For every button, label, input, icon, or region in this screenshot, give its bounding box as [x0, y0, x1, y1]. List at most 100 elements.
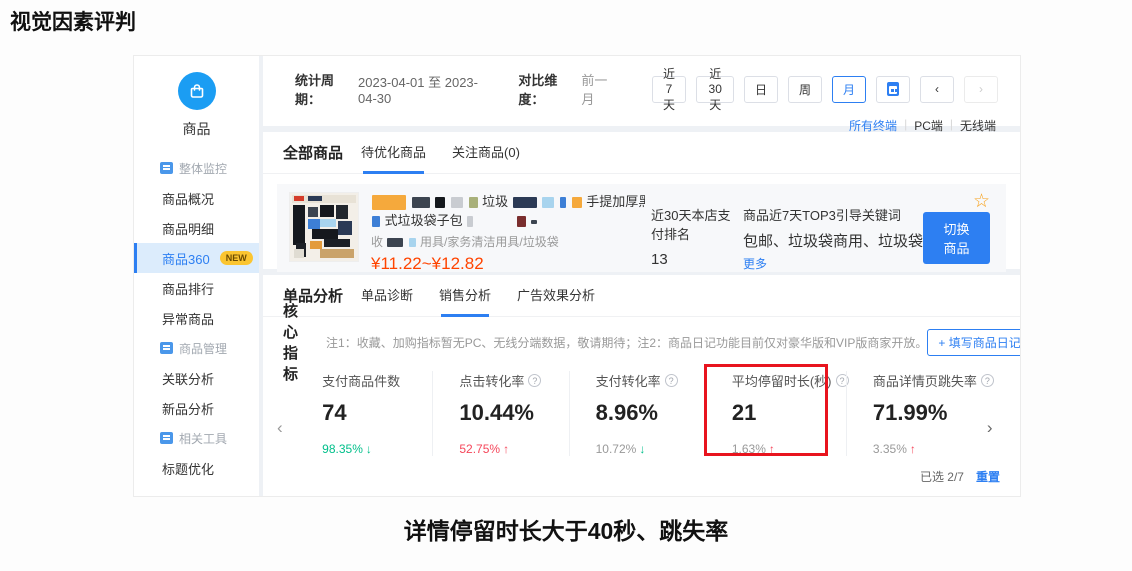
- kpi-value: 8.96%: [596, 400, 705, 426]
- kpi-change-value: 98.35%: [322, 442, 363, 456]
- sidebar-section-label: 整体监控: [179, 160, 227, 177]
- period-label: 统计周期：: [295, 70, 352, 108]
- censored-block: [542, 197, 554, 208]
- doc-icon: [160, 432, 173, 444]
- sidebar-item-association-analysis[interactable]: 关联分析: [134, 363, 259, 393]
- more-link[interactable]: 更多: [743, 255, 767, 272]
- product-title-fragment: 垃圾: [482, 194, 508, 209]
- next-period-button[interactable]: ›: [964, 76, 998, 103]
- sidebar-item-label: 异常商品: [162, 309, 214, 328]
- range-button-day[interactable]: 日: [744, 76, 778, 103]
- kpi-card-click-conversion[interactable]: 点击转化率? 10.44% 52.75%↑: [432, 371, 568, 456]
- sidebar-item-label: 关联分析: [162, 369, 214, 388]
- shopping-bag-icon: [178, 72, 216, 110]
- sidebar-item-product-360[interactable]: 商品360NEW: [134, 243, 259, 273]
- product-info: 垃圾 手提加厚黑色背 式垃圾袋子包 收: [371, 192, 645, 264]
- censored-block: [517, 216, 526, 227]
- range-button-week[interactable]: 周: [788, 76, 822, 103]
- kpi-value: 10.44%: [459, 400, 568, 426]
- kpi-carousel: ‹ 支付商品件数 74 98.35%↓ 点击转化率? 10.44% 52.75%…: [263, 371, 1020, 456]
- range-button-month[interactable]: 月: [832, 76, 866, 103]
- censored-block: [560, 197, 566, 208]
- censored-block: [409, 238, 416, 247]
- tab-to-optimize[interactable]: 待优化商品: [361, 132, 426, 174]
- product-category: 收 用具/家务清洁用具/垃圾袋: [371, 233, 645, 250]
- kpi-change-value: 3.35%: [873, 442, 907, 456]
- censored-block: [451, 197, 463, 208]
- top-keywords-block: 商品近7天TOP3引导关键词 包邮、垃圾袋商用、垃圾袋 更多: [743, 192, 923, 264]
- sidebar-item-product-ranking[interactable]: 商品排行: [134, 273, 259, 303]
- reset-link[interactable]: 重置: [976, 468, 1000, 485]
- censored-block: [572, 197, 582, 208]
- chart-legend: 访客数 支付买家数: [263, 494, 1020, 497]
- kpi-value: 71.99%: [873, 400, 987, 426]
- sidebar-menu: 整体监控 商品概况 商品明细 商品360NEW 商品排行 异常商品 商品管理 关…: [134, 153, 259, 483]
- kpi-change: 52.75%↑: [459, 442, 568, 456]
- kpi-change: 98.35%↓: [322, 442, 432, 456]
- product-price: ¥11.22~¥12.82: [371, 254, 645, 274]
- tab-diagnosis[interactable]: 单品诊断: [361, 275, 413, 317]
- tab-all-products[interactable]: 全部商品: [283, 142, 343, 163]
- sidebar-section-product-management[interactable]: 商品管理: [134, 333, 259, 363]
- rank-label: 近30天本店支付排名: [651, 205, 743, 243]
- kpi-prev-chevron-icon[interactable]: ‹: [277, 371, 296, 456]
- kpi-change: 1.63%↑: [732, 442, 846, 456]
- fill-product-diary-button[interactable]: + 填写商品日记: [927, 329, 1020, 356]
- legend-label: 支付买家数: [400, 494, 455, 497]
- legend-item-visitors[interactable]: 访客数: [293, 494, 342, 497]
- favorite-star-icon[interactable]: ☆: [973, 192, 990, 212]
- product-title-line1: 垃圾 手提加厚黑色背: [371, 192, 645, 211]
- terminal-switcher: 所有终端 | PC端 | 无线端: [263, 108, 1020, 134]
- sidebar-section-monitoring[interactable]: 整体监控: [134, 153, 259, 183]
- product-summary-strip: 垃圾 手提加厚黑色背 式垃圾袋子包 收: [277, 184, 1006, 272]
- sidebar-item-product-detail[interactable]: 商品明细: [134, 213, 259, 243]
- up-arrow-icon: ↑: [503, 442, 509, 456]
- kpi-next-chevron-icon[interactable]: ›: [987, 371, 1006, 456]
- product-card: 全部商品 待优化商品 关注商品(0): [263, 132, 1020, 269]
- compare-value: 前一月: [581, 70, 615, 108]
- sidebar-item-abnormal-products[interactable]: 异常商品: [134, 303, 259, 333]
- calendar-icon: [887, 82, 899, 96]
- sidebar-item-product-overview[interactable]: 商品概况: [134, 183, 259, 213]
- info-icon[interactable]: ?: [665, 374, 678, 387]
- kpi-label: 支付商品件数: [322, 371, 400, 390]
- range-button-7d[interactable]: 近7天: [652, 76, 687, 103]
- up-arrow-icon: ↑: [769, 442, 775, 456]
- kpi-card-paid-items[interactable]: 支付商品件数 74 98.35%↓: [296, 371, 432, 456]
- sidebar-item-label: 标题优化: [162, 459, 214, 478]
- kpi-label: 平均停留时长(秒): [732, 371, 832, 390]
- kpi-card-avg-stay-duration[interactable]: 平均停留时长(秒)? 21 1.63%↑: [705, 371, 846, 456]
- info-icon[interactable]: ?: [528, 374, 541, 387]
- sidebar-section-label: 商品管理: [179, 340, 227, 357]
- sidebar-item-label: 商品排行: [162, 279, 214, 298]
- sidebar: 商品 整体监控 商品概况 商品明细 商品360NEW 商品排行 异常商品 商品管…: [134, 56, 259, 496]
- kpi-change-value: 10.72%: [596, 442, 637, 456]
- prev-period-button[interactable]: ‹: [920, 76, 954, 103]
- tab-sales-analysis[interactable]: 销售分析: [439, 275, 491, 317]
- kpi-card-payment-conversion[interactable]: 支付转化率? 8.96% 10.72%↓: [569, 371, 705, 456]
- analysis-card: 单品分析 单品诊断 销售分析 广告效果分析 核心指标 注1：收藏、加购指标暂无P…: [263, 275, 1020, 497]
- tab-watched[interactable]: 关注商品(0): [452, 132, 520, 174]
- sidebar-section-label: 相关工具: [179, 430, 227, 447]
- kpi-card-detail-bounce-rate[interactable]: 商品详情页跳失率? 71.99% 3.35%↑: [846, 371, 987, 456]
- sidebar-section-related-tools[interactable]: 相关工具: [134, 423, 259, 453]
- switch-product-button[interactable]: 切换商品: [923, 212, 990, 264]
- tab-ad-effect[interactable]: 广告效果分析: [517, 275, 595, 317]
- core-metrics-note: 注1：收藏、加购指标暂无PC、无线分端数据，敬请期待；注2：商品日记功能目前仅对…: [326, 334, 927, 351]
- sidebar-item-new-product-analysis[interactable]: 新品分析: [134, 393, 259, 423]
- legend-item-paid-buyers[interactable]: 支付买家数: [384, 494, 455, 497]
- sidebar-item-title-optimization[interactable]: 标题优化: [134, 453, 259, 483]
- range-button-30d[interactable]: 近30天: [696, 76, 734, 103]
- kpi-label: 支付转化率: [596, 371, 661, 390]
- page-title: 视觉因素评判: [10, 6, 136, 36]
- censored-block: [531, 220, 537, 224]
- censored-block: [372, 195, 406, 210]
- product-title-line2: 式垃圾袋子包: [371, 211, 645, 230]
- kpi-value: 74: [322, 400, 432, 426]
- calendar-button[interactable]: [876, 76, 910, 103]
- censored-block: [412, 197, 430, 208]
- period-value: 2023-04-01 至 2023-04-30: [358, 72, 492, 106]
- sidebar-item-label: 商品概况: [162, 189, 214, 208]
- sidebar-item-label: 商品360: [162, 249, 210, 268]
- app-header: 商品: [134, 56, 259, 139]
